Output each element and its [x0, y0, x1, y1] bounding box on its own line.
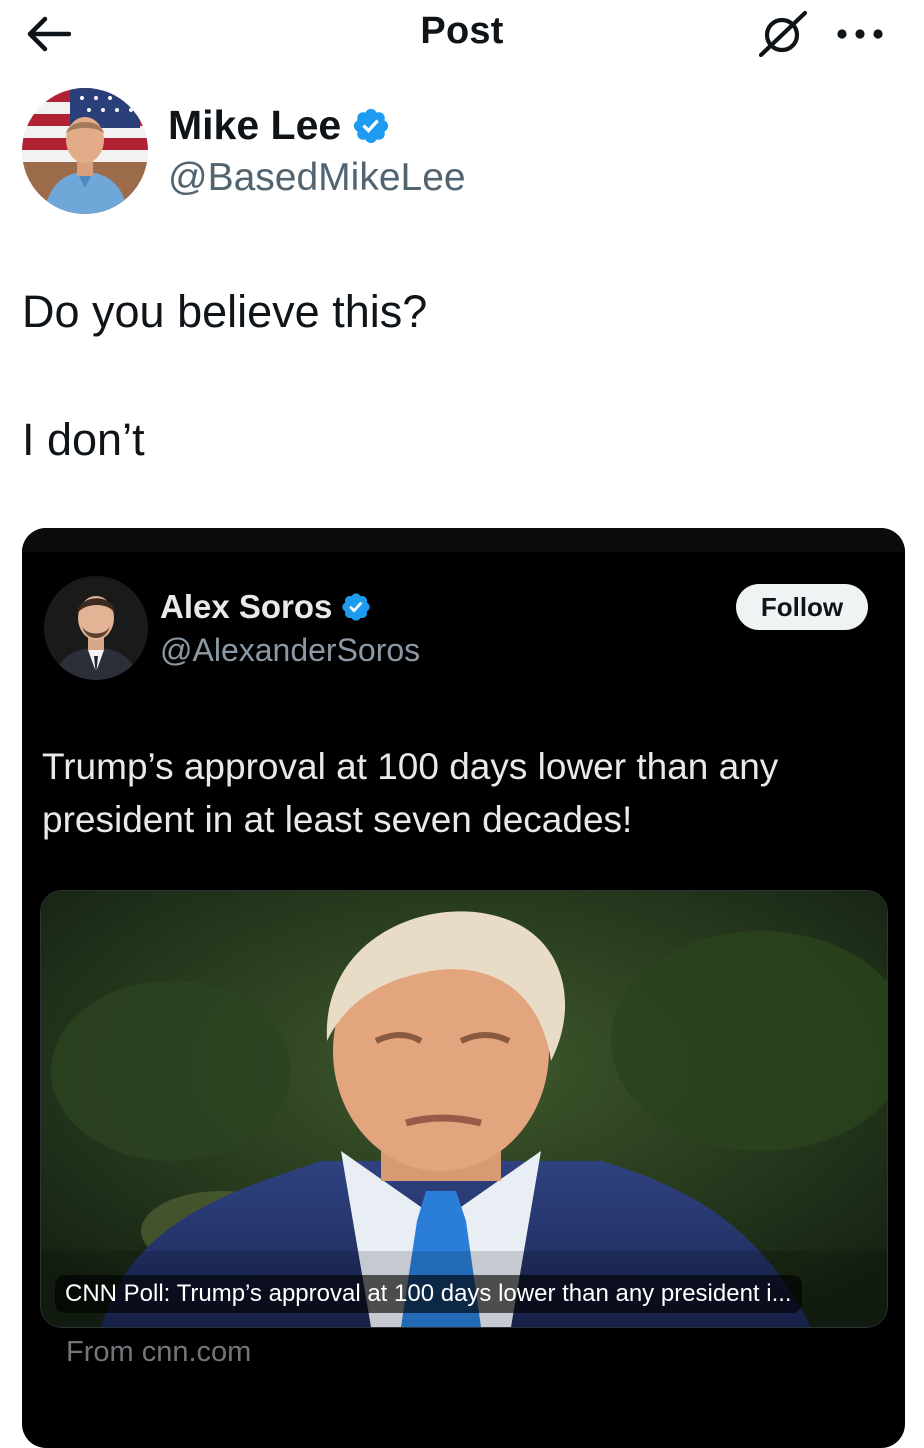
grok-button[interactable] [752, 8, 812, 60]
author-avatar[interactable] [22, 88, 148, 214]
embedded-post-image[interactable]: Alex Soros @AlexanderSoros Follow Trump’… [22, 528, 905, 1448]
author-name[interactable]: Mike Lee [168, 102, 341, 149]
quoted-author-name: Alex Soros [160, 588, 333, 625]
link-preview-source: From cnn.com [66, 1336, 252, 1368]
quoted-author-handle: @AlexanderSoros [160, 632, 421, 668]
quoted-author-avatar-image [44, 576, 148, 680]
quoted-post-text: Trump’s approval at 100 days lower than … [42, 746, 779, 840]
follow-button: Follow [736, 584, 868, 630]
post-author: Mike Lee @BasedMikeLee [22, 88, 902, 218]
back-button[interactable] [22, 12, 74, 56]
grok-icon [758, 10, 808, 58]
author-handle[interactable]: @BasedMikeLee [168, 156, 466, 200]
author-avatar-image [22, 88, 148, 214]
embed-top-strip [22, 528, 905, 552]
post-text-line: Do you believe this? [22, 286, 428, 337]
more-options-button[interactable] [828, 12, 892, 56]
verified-badge-icon [354, 108, 389, 143]
arrow-left-icon [27, 16, 71, 52]
top-navigation-bar: Post [0, 0, 924, 70]
link-preview-photo [41, 891, 887, 1327]
link-preview-title: CNN Poll: Trump’s approval at 100 days l… [55, 1275, 802, 1313]
post-text-line: I don’t [22, 414, 145, 465]
more-horizontal-icon [837, 29, 883, 39]
verified-badge-icon [342, 593, 371, 621]
quoted-author-avatar [44, 576, 148, 680]
quoted-author-name-row: Alex Soros [160, 588, 372, 626]
link-preview-card: CNN Poll: Trump’s approval at 100 days l… [40, 890, 888, 1328]
author-name-row: Mike Lee [168, 102, 391, 149]
